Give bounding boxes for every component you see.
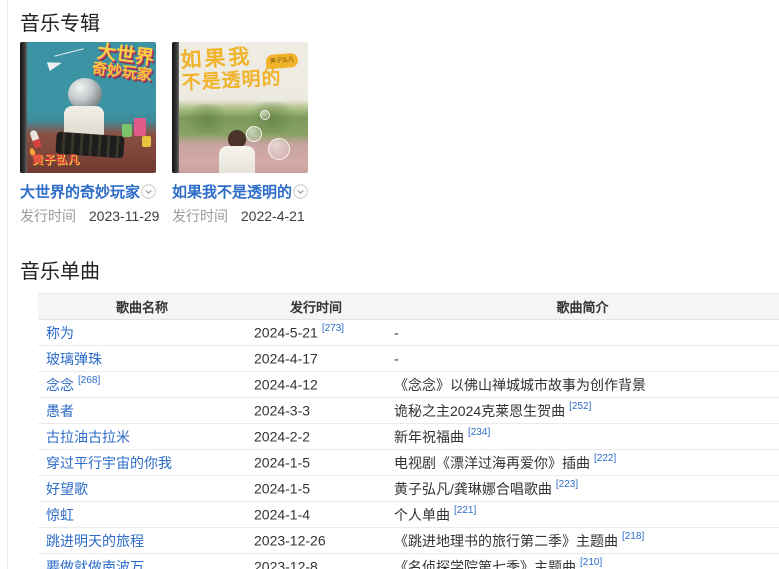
- release-date-value: 2024-1-4: [254, 507, 310, 523]
- cover-title-art: 大世界 奇妙玩家: [81, 42, 155, 84]
- table-header-row: 歌曲名称 发行时间 歌曲简介: [38, 294, 779, 320]
- cover-bubble: [268, 138, 290, 160]
- song-description: 《念念》以佛山禅城城市故事为创作背景: [394, 377, 646, 393]
- song-description: 《名侦探学院第七季》主题曲: [394, 559, 576, 569]
- reference-link[interactable]: [273]: [322, 323, 344, 334]
- table-row: 要做就做南波万 2023-12-8 《名侦探学院第七季》主题曲 [210]: [38, 554, 779, 569]
- song-description: 《跳进地理书的旅行第二季》主题曲: [394, 533, 618, 549]
- reference-link[interactable]: [222]: [594, 453, 616, 464]
- release-date-value: 2024-3-3: [254, 403, 310, 419]
- song-description: 诡秘之主2024克莱恩生贺曲: [394, 403, 565, 419]
- cover-artist-signature: 黄子弘凡: [32, 151, 80, 167]
- song-description: -: [394, 351, 399, 367]
- albums-section-title: 音乐专辑: [20, 13, 779, 35]
- table-row: 好望歌 2024-1-5 黄子弘凡/龚琳娜合唱歌曲 [223]: [38, 476, 779, 502]
- album-card: 如果我 不是透明的 黄子弘凡 如果我不是透明的: [172, 42, 308, 226]
- song-description: 新年祝福曲: [394, 429, 464, 445]
- column-header-song-intro: 歌曲简介: [386, 294, 779, 320]
- song-link[interactable]: 要做就做南波万: [46, 559, 144, 569]
- release-date-value: 2024-4-12: [254, 377, 318, 393]
- song-link[interactable]: 跳进明天的旅程: [46, 533, 144, 549]
- release-date-value: 2023-12-26: [254, 533, 326, 549]
- release-label: 发行时间: [172, 208, 228, 224]
- song-description: 个人单曲: [394, 507, 450, 523]
- cover-tree-foliage: [182, 104, 232, 134]
- cover-toy-building: [122, 124, 132, 137]
- table-row: 惊虹 2024-1-4 个人单曲 [221]: [38, 502, 779, 528]
- table-row: 愚者 2024-3-3 诡秘之主2024克莱恩生贺曲 [252]: [38, 398, 779, 424]
- rocket-icon: [29, 129, 42, 148]
- album-card: 大世界 奇妙玩家 黄子弘凡 大世界的奇妙玩家: [20, 42, 156, 226]
- column-header-song-name: 歌曲名称: [38, 294, 246, 320]
- cover-toy-building: [134, 118, 146, 136]
- reference-link[interactable]: [218]: [622, 531, 644, 542]
- cover-bubble: [260, 110, 270, 120]
- cover-artist-signature: 黄子弘凡: [266, 53, 299, 69]
- release-date-value: 2024-4-17: [254, 351, 318, 367]
- chevron-down-icon[interactable]: [293, 184, 308, 199]
- reference-link[interactable]: [252]: [569, 401, 591, 412]
- table-row: 念念 [268] 2024-4-12 《念念》以佛山禅城城市故事为创作背景: [38, 372, 779, 398]
- song-link[interactable]: 穿过平行宇宙的你我: [46, 455, 172, 471]
- album-title-link[interactable]: 如果我不是透明的: [172, 181, 292, 202]
- cd-case-spine: [172, 42, 179, 173]
- column-header-release-date: 发行时间: [246, 294, 386, 320]
- release-date-value: 2024-5-21: [254, 325, 318, 341]
- release-date-value: 2023-12-8: [254, 559, 318, 569]
- release-label: 发行时间: [20, 208, 76, 224]
- cover-toy-building: [142, 136, 151, 147]
- reference-link[interactable]: [234]: [468, 427, 490, 438]
- song-description: 黄子弘凡/龚琳娜合唱歌曲: [394, 481, 552, 497]
- chevron-down-icon[interactable]: [141, 184, 156, 199]
- song-link[interactable]: 念念: [46, 377, 74, 393]
- album-cover-image[interactable]: 大世界 奇妙玩家 黄子弘凡: [20, 42, 156, 173]
- cover-title-art: 如果我 不是透明的: [180, 43, 305, 95]
- reference-link[interactable]: [221]: [454, 505, 476, 516]
- song-link[interactable]: 称为: [46, 325, 74, 341]
- release-date-value: 2024-1-5: [254, 455, 310, 471]
- release-date: 2023-11-29: [89, 208, 160, 224]
- table-row: 玻璃弹珠 2024-4-17 -: [38, 346, 779, 372]
- song-link[interactable]: 玻璃弹珠: [46, 351, 102, 367]
- left-divider: [7, 0, 8, 569]
- reference-link[interactable]: [223]: [556, 479, 578, 490]
- table-row: 称为 2024-5-21 [273] -: [38, 320, 779, 346]
- table-row: 跳进明天的旅程 2023-12-26 《跳进地理书的旅行第二季》主题曲 [218]: [38, 528, 779, 554]
- music-section: 音乐专辑 大世界 奇妙玩家 黄子弘凡: [0, 0, 779, 569]
- cover-decoration-trail: [54, 48, 83, 56]
- album-title-link[interactable]: 大世界的奇妙玩家: [20, 181, 140, 202]
- table-row: 穿过平行宇宙的你我 2024-1-5 电视剧《漂洋过海再爱你》插曲 [222]: [38, 450, 779, 476]
- song-link[interactable]: 惊虹: [46, 507, 74, 523]
- album-release-line: 发行时间 2022-4-21: [172, 206, 308, 226]
- song-description: 电视剧《漂洋过海再爱你》插曲: [394, 455, 590, 471]
- song-link[interactable]: 愚者: [46, 403, 74, 419]
- song-description: -: [394, 325, 399, 341]
- song-link[interactable]: 好望歌: [46, 481, 88, 497]
- cover-figure-body: [219, 146, 255, 173]
- album-cover-image[interactable]: 如果我 不是透明的 黄子弘凡: [172, 42, 308, 173]
- albums-row: 大世界 奇妙玩家 黄子弘凡 大世界的奇妙玩家: [20, 42, 779, 226]
- reference-link[interactable]: [210]: [580, 557, 602, 568]
- song-link[interactable]: 古拉油古拉米: [46, 429, 130, 445]
- singles-table: 歌曲名称 发行时间 歌曲简介 称为 2024-5-21 [273] - 玻璃弹珠 …: [38, 293, 779, 569]
- release-date-value: 2024-2-2: [254, 429, 310, 445]
- cover-bubble: [246, 126, 262, 142]
- release-date: 2022-4-21: [241, 208, 305, 224]
- reference-link[interactable]: [268]: [78, 375, 100, 386]
- table-row: 古拉油古拉米 2024-2-2 新年祝福曲 [234]: [38, 424, 779, 450]
- singles-section-title: 音乐单曲: [20, 261, 779, 283]
- cd-case-spine: [20, 42, 27, 173]
- paper-plane-icon: [47, 58, 63, 71]
- release-date-value: 2024-1-5: [254, 481, 310, 497]
- album-release-line: 发行时间 2023-11-29: [20, 206, 156, 226]
